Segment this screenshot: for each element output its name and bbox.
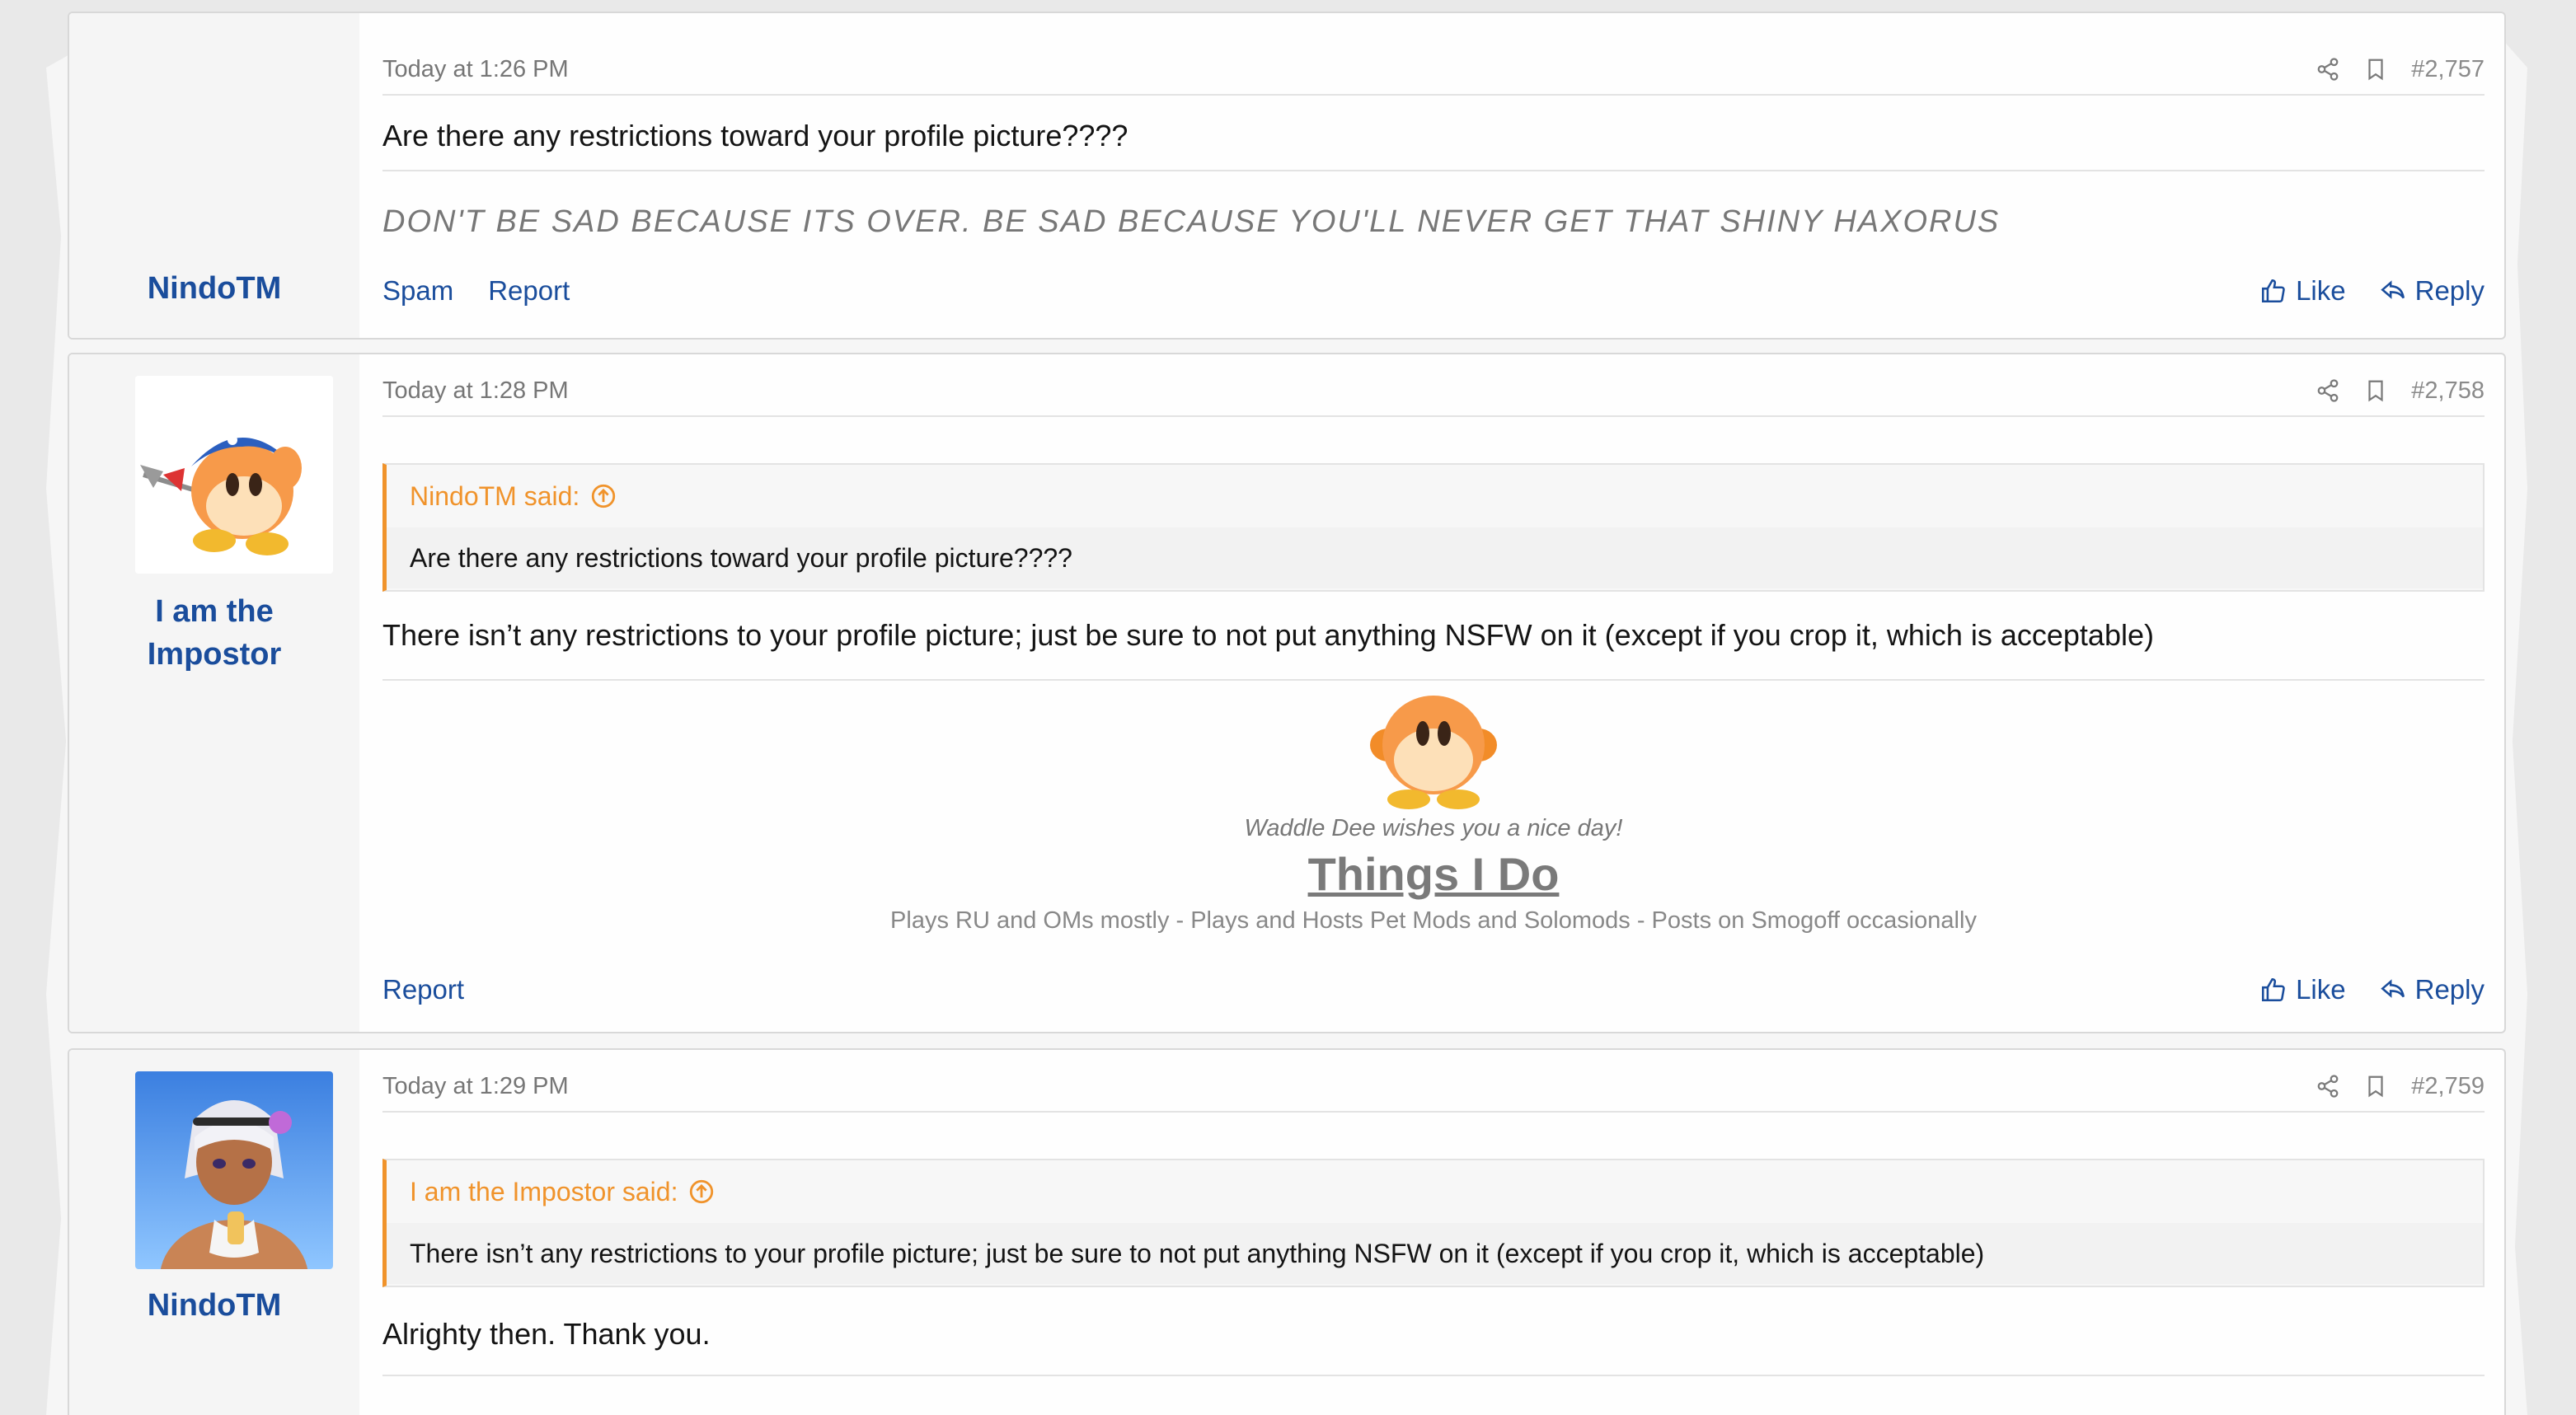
post-meta: Today at 1:29 PM #2,759 — [382, 1061, 2485, 1113]
reply-arrow-icon — [2380, 979, 2405, 998]
post-number[interactable]: #2,757 — [2411, 56, 2485, 83]
like-label: Like — [2296, 275, 2346, 306]
quote-block: NindoTM said: Are there any restrictions… — [382, 463, 2485, 592]
post-meta: Today at 1:28 PM #2,758 — [382, 366, 2485, 417]
quote-text: Are there any restrictions toward your p… — [387, 527, 2483, 588]
reply-label: Reply — [2414, 275, 2485, 306]
anime-character-avatar — [135, 1071, 333, 1269]
post-main: Today at 1:26 PM #2,757 Are there any re… — [382, 13, 2485, 338]
quote-block: I am the Impostor said: There isn’t any … — [382, 1159, 2485, 1287]
bookmark-icon[interactable] — [2363, 57, 2388, 82]
reply-arrow-icon — [2380, 280, 2405, 299]
post-message: There isn’t any restrictions to your pro… — [382, 618, 2154, 652]
username-link[interactable]: NindoTM — [69, 1284, 359, 1327]
quote-header[interactable]: I am the Impostor said: — [387, 1160, 2483, 1223]
bandana-waddle-dee-avatar — [135, 376, 333, 574]
post-tools: #2,757 — [2316, 56, 2485, 83]
post-main: Today at 1:29 PM #2,759 I am the Imposto… — [382, 1050, 2485, 1415]
reply-label: Reply — [2414, 974, 2485, 1005]
post-meta: Today at 1:26 PM #2,757 — [382, 45, 2485, 96]
signature-divider — [382, 170, 2485, 171]
user-cell: NindoTM — [69, 1050, 359, 1415]
like-button[interactable]: Like — [2259, 974, 2346, 1005]
quote-header[interactable]: NindoTM said: — [387, 465, 2483, 527]
spam-button[interactable]: Spam — [382, 275, 453, 307]
share-icon[interactable] — [2316, 378, 2340, 403]
post-tools: #2,759 — [2316, 1073, 2485, 1100]
user-cell: NindoTM — [69, 13, 359, 338]
quote-text: There isn’t any restrictions to your pro… — [387, 1223, 2483, 1284]
post-message: Alrighty then. Thank you. — [382, 1317, 711, 1351]
post-arrow — [340, 397, 359, 430]
like-label: Like — [2296, 974, 2346, 1005]
thumbs-up-icon — [2262, 279, 2285, 303]
reply-button[interactable]: Reply — [2379, 275, 2485, 307]
signature-caption: Waddle Dee wishes you a nice day! — [1244, 815, 1623, 841]
post-number[interactable]: #2,758 — [2411, 377, 2485, 405]
username-link[interactable]: I am the Impostor — [69, 590, 359, 676]
avatar[interactable] — [135, 1071, 333, 1269]
signature-block: Waddle Dee wishes you a nice day! Things… — [382, 687, 2485, 935]
quote-author: NindoTM said: — [410, 480, 580, 511]
bookmark-icon[interactable] — [2363, 1074, 2388, 1099]
signature-divider — [382, 679, 2485, 681]
reply-button[interactable]: Reply — [2379, 974, 2485, 1005]
username-line-2: Impostor — [147, 637, 282, 672]
share-icon[interactable] — [2316, 1074, 2340, 1099]
quote-author: I am the Impostor said: — [410, 1176, 678, 1206]
quote-jump-icon[interactable] — [589, 482, 617, 510]
username-line-1: I am the — [155, 594, 274, 629]
signature-activities: Plays RU and OMs mostly - Plays and Host… — [890, 907, 1977, 934]
quote-jump-icon[interactable] — [687, 1178, 716, 1206]
post-2759: NindoTM Today at 1:29 PM #2,759 I am the… — [68, 1048, 2506, 1415]
post-arrow — [340, 56, 359, 89]
post-actions: Spam Report Like Reply — [382, 275, 2485, 307]
signature-divider — [382, 1375, 2485, 1376]
signature-title[interactable]: Things I Do — [382, 847, 2485, 901]
post-date[interactable]: Today at 1:29 PM — [382, 1073, 569, 1100]
post-main: Today at 1:28 PM #2,758 NindoTM said: Ar… — [382, 354, 2485, 1032]
user-cell: I am the Impostor — [69, 354, 359, 1032]
waddle-dee-signature-image — [1370, 696, 1497, 809]
signature-text: DON'T BE SAD BECAUSE ITS OVER. BE SAD BE… — [382, 204, 2001, 239]
username-link[interactable]: NindoTM — [69, 267, 359, 310]
report-button[interactable]: Report — [488, 275, 570, 307]
post-number[interactable]: #2,759 — [2411, 1073, 2485, 1100]
post-message: Are there any restrictions toward your p… — [382, 119, 1128, 152]
thumbs-up-icon — [2262, 977, 2285, 1002]
like-button[interactable]: Like — [2259, 275, 2346, 307]
post-date[interactable]: Today at 1:28 PM — [382, 377, 569, 405]
post-tools: #2,758 — [2316, 377, 2485, 405]
post-date[interactable]: Today at 1:26 PM — [382, 56, 569, 83]
post-actions: Report Like Reply — [382, 974, 2485, 1005]
bookmark-icon[interactable] — [2363, 378, 2388, 403]
post-2758: I am the Impostor Today at 1:28 PM #2,75… — [68, 353, 2506, 1033]
avatar[interactable] — [135, 376, 333, 574]
share-icon[interactable] — [2316, 57, 2340, 82]
post-2757: NindoTM Today at 1:26 PM #2,757 Are ther… — [68, 12, 2506, 340]
post-arrow — [340, 1093, 359, 1126]
report-button[interactable]: Report — [382, 974, 464, 1005]
